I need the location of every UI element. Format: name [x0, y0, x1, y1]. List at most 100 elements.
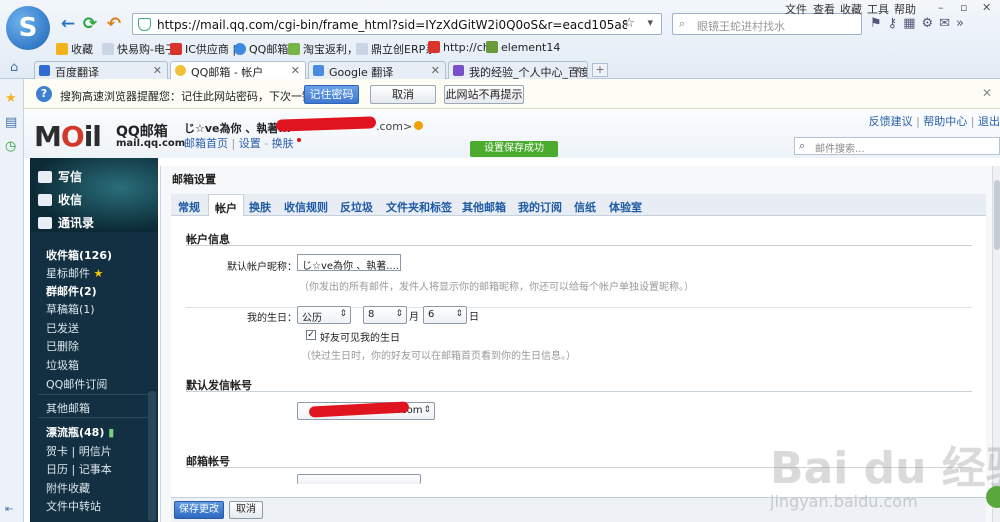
more-icon[interactable]: » [956, 16, 970, 31]
undo-icon[interactable]: ↶ [104, 14, 124, 34]
settings-link[interactable]: 设置 [239, 137, 261, 150]
mail-icon[interactable]: ✉ [939, 16, 956, 31]
receive-mail-button[interactable]: 收信 [38, 191, 82, 208]
address-bar[interactable]: https://mail.qq.com/cgi-bin/frame_html?s… [132, 13, 662, 35]
sidebar-item-sent[interactable]: 已发送 [46, 320, 79, 336]
favorites-star-icon[interactable]: ★ [5, 91, 17, 106]
notes-link[interactable]: 记事本 [79, 463, 112, 476]
mail-search-input[interactable]: ⌕ 邮件搜索... [794, 137, 1000, 155]
tab-general[interactable]: 常规 [178, 199, 200, 215]
menu-favorites[interactable]: 收藏 [840, 1, 862, 17]
sidebar-item-inbox[interactable]: 收件箱(126) [46, 247, 112, 263]
show-birthday-checkbox[interactable]: ✓ [306, 330, 316, 340]
contacts-button[interactable]: 通讯录 [38, 214, 94, 231]
write-mail-button[interactable]: 写信 [38, 168, 82, 185]
nickname-input[interactable]: じ☆ve為你 、執著.... [297, 254, 401, 271]
tab-close-icon[interactable]: ✕ [573, 64, 582, 77]
bookmark-qqmail[interactable]: QQ邮箱 [234, 41, 288, 57]
sidebar-divider [38, 417, 150, 418]
sidebar-item-drift-bottle[interactable]: 漂流瓶(48) ▮ [46, 424, 114, 440]
never-prompt-button[interactable]: 此网站不再提示 [444, 85, 524, 104]
menu-tools[interactable]: 工具 [867, 1, 889, 17]
postcard-link[interactable]: 明信片 [79, 445, 112, 458]
qqmail-logo[interactable]: MOil [34, 120, 102, 153]
calendar-type-select[interactable]: 公历 ⇕ [297, 306, 351, 324]
tab-close-icon[interactable]: ✕ [431, 64, 440, 77]
plugin-icon[interactable]: ⚑ [870, 16, 888, 31]
sidebar-item-cards[interactable]: 贺卡 | 明信片 [46, 443, 112, 459]
bookmark-chi[interactable]: http://chi [428, 41, 493, 54]
tab-google-translate[interactable]: Google 翻译 ✕ [308, 61, 446, 79]
star-icon[interactable]: ☆ [623, 16, 635, 31]
card-link[interactable]: 贺卡 [46, 445, 68, 458]
tab-account[interactable]: 帐户 [208, 194, 244, 217]
grid-icon[interactable]: ▦ [903, 16, 921, 31]
tab-my-subscriptions[interactable]: 我的订阅 [518, 199, 562, 215]
key-icon[interactable]: ⚷ [888, 16, 904, 31]
sidebar-scrollbar[interactable] [148, 391, 156, 521]
tab-other-mailboxes[interactable]: 其他邮箱 [462, 199, 506, 215]
tab-close-icon[interactable]: ✕ [153, 64, 162, 77]
back-icon[interactable]: ← [58, 14, 78, 34]
refresh-icon[interactable]: ⟳ [80, 14, 100, 34]
bookmark-favorites[interactable]: 收藏 [56, 41, 93, 57]
notification-close-icon[interactable]: ✕ [982, 86, 992, 100]
tab-qqmail-account[interactable]: QQ邮箱 - 帐户 ✕ [170, 61, 306, 79]
browser-logo[interactable]: S [6, 6, 50, 50]
sidebar-item-file-transfer[interactable]: 文件中转站 [46, 498, 101, 514]
bookmark-element14[interactable]: element14 [486, 41, 560, 54]
mail-account-select[interactable] [297, 474, 421, 484]
sidebar-item-group-mail[interactable]: 群邮件(2) [46, 283, 97, 299]
tab-baidu-jingyan[interactable]: 我的经验_个人中心_百度 ✕ [448, 61, 588, 79]
birth-month-select[interactable]: 8 ⇕ [363, 306, 407, 324]
sidebar-item-attachments[interactable]: 附件收藏 [46, 480, 90, 496]
reader-icon[interactable]: ▤ [5, 115, 17, 130]
feedback-link[interactable]: 反馈建议 [869, 115, 913, 128]
address-text[interactable]: https://mail.qq.com/cgi-bin/frame_html?s… [157, 18, 627, 32]
sidebar-item-other-mail[interactable]: 其他邮箱 [46, 400, 90, 416]
bookmark-ic-supplier[interactable]: IC供应商 | [170, 41, 236, 57]
tab-skin[interactable]: 换肤 [249, 199, 271, 215]
close-icon[interactable]: ✕ [982, 1, 991, 14]
home-icon[interactable]: ⌂ [10, 60, 18, 75]
panel-collapse-icon[interactable]: ⇤ [5, 504, 13, 515]
tab-mail-rules[interactable]: 收信规则 [284, 199, 328, 215]
calendar-link[interactable]: 日历 [46, 463, 68, 476]
tab-baidu-translate[interactable]: 百度翻译 ✕ [34, 61, 168, 79]
sidebar-item-spam[interactable]: 垃圾箱 [46, 357, 79, 373]
sidebar-item-drafts[interactable]: 草稿箱(1) [46, 301, 95, 317]
menu-view[interactable]: 查看 [813, 1, 835, 17]
save-changes-button[interactable]: 保存更改 [174, 501, 224, 519]
birth-day-select[interactable]: 6 ⇕ [423, 306, 467, 324]
sidebar-item-deleted[interactable]: 已删除 [46, 338, 79, 354]
page-scrollbar-thumb[interactable] [994, 180, 1000, 250]
dropdown-icon[interactable]: ▾ [647, 16, 653, 29]
sidebar-item-subscriptions[interactable]: QQ邮件订阅 [46, 376, 107, 392]
sidebar-item-starred[interactable]: 星标邮件 ★ [46, 265, 103, 281]
menu-help[interactable]: 帮助 [894, 1, 916, 17]
mail-home-link[interactable]: 邮箱首页 [184, 137, 228, 150]
minimize-icon[interactable]: – [938, 1, 944, 14]
new-tab-button[interactable]: + [592, 63, 608, 77]
help-center-link[interactable]: 帮助中心 [923, 115, 967, 128]
cancel-button[interactable]: 取消 [229, 501, 263, 519]
bookmark-kuaiyigou[interactable]: 快易购-电子 [102, 41, 176, 57]
tab-close-icon[interactable]: ✕ [291, 64, 300, 77]
tab-anti-spam[interactable]: 反垃圾 [340, 199, 373, 215]
tab-lab[interactable]: 体验室 [609, 199, 642, 215]
remember-password-button[interactable]: 记住密码 [304, 85, 359, 104]
menu-file[interactable]: 文件 [785, 1, 807, 17]
skin-link[interactable]: 换肤 [272, 137, 294, 150]
maximize-icon[interactable]: ▫ [960, 1, 967, 14]
sidebar-item-calendar[interactable]: 日历 | 记事本 [46, 461, 112, 477]
tab-stationery[interactable]: 信纸 [574, 199, 596, 215]
contacts-icon [38, 217, 52, 229]
warning-icon[interactable] [414, 121, 423, 130]
tools-icon[interactable]: ⚙ [921, 16, 939, 31]
bookmark-taobao[interactable]: 淘宝返利， [288, 41, 358, 57]
bookmark-erp[interactable]: 鼎立创ERP系 [356, 41, 436, 57]
tab-folders-labels[interactable]: 文件夹和标签 [386, 199, 452, 215]
history-clock-icon[interactable]: ◷ [5, 139, 16, 154]
notification-cancel-button[interactable]: 取消 [370, 85, 436, 104]
logout-link[interactable]: 退出 [978, 115, 1000, 128]
